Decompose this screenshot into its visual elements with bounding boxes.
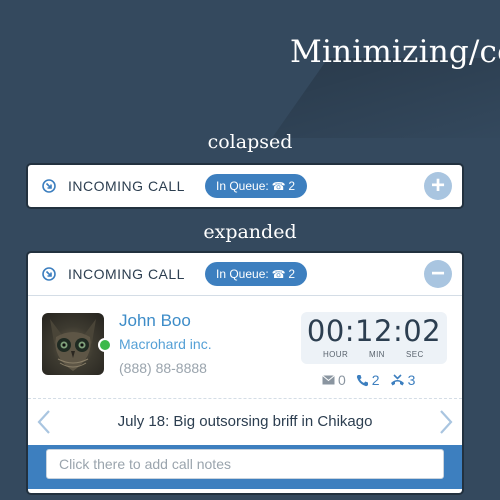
- activity-counts: 0 2 3: [322, 372, 415, 388]
- messages-count-value: 0: [338, 372, 346, 388]
- notes-bar: [28, 445, 462, 489]
- caller-phone: (888) 88-8888: [119, 360, 207, 376]
- caller-name[interactable]: John Boo: [119, 311, 191, 331]
- caller-company[interactable]: Macrohard inc.: [119, 336, 212, 352]
- calls-count[interactable]: 2: [356, 372, 380, 388]
- phone-icon: [356, 374, 368, 386]
- queue-count: 2: [288, 267, 296, 281]
- heading-shadow: [271, 58, 500, 138]
- call-notes-input[interactable]: [46, 449, 444, 479]
- timer-min-label: MIN: [369, 350, 385, 359]
- collapsed-label: colapsed: [207, 131, 293, 153]
- online-status-dot: [98, 338, 112, 352]
- queue-label: In Queue:: [216, 267, 269, 281]
- calls-count-value: 2: [371, 372, 380, 388]
- caller-avatar: [42, 313, 104, 375]
- incoming-call-icon: [42, 179, 56, 193]
- missed-calls-count[interactable]: 3: [390, 372, 416, 388]
- queue-badge[interactable]: In Queue: ☎ 2: [205, 262, 308, 286]
- incoming-call-icon: [42, 267, 56, 281]
- envelope-icon: [322, 375, 335, 385]
- phone-icon: ☎: [271, 180, 286, 193]
- expanded-call-card: INCOMING CALL In Queue: ☎ 2 − John Boo M…: [28, 253, 462, 493]
- missed-calls-count-value: 3: [407, 372, 416, 388]
- caller-panel: John Boo Macrohard inc. (888) 88-8888 00…: [28, 296, 462, 398]
- expanded-card-header[interactable]: INCOMING CALL In Queue: ☎ 2 −: [28, 253, 462, 295]
- card-title: INCOMING CALL: [68, 178, 185, 194]
- card-title: INCOMING CALL: [68, 266, 185, 282]
- expanded-label: expanded: [203, 221, 297, 243]
- phone-icon: ☎: [271, 268, 286, 281]
- queue-label: In Queue:: [216, 179, 269, 193]
- messages-count[interactable]: 0: [322, 372, 346, 388]
- timer-display: 00:12:02: [306, 314, 442, 348]
- timer-sec-label: SEC: [406, 350, 424, 359]
- collapsed-call-card: INCOMING CALL In Queue: ☎ 2 +: [28, 165, 462, 207]
- queue-count: 2: [288, 179, 296, 193]
- missed-call-icon: [390, 373, 404, 385]
- queue-badge[interactable]: In Queue: ☎ 2: [205, 174, 308, 198]
- call-timer: 00:12:02 HOUR MIN SEC: [301, 312, 447, 364]
- page-heading: Minimizing/co: [290, 34, 500, 70]
- note-carousel: July 18: Big outsorsing briff in Chikago: [28, 398, 462, 445]
- timer-hour-label: HOUR: [323, 350, 349, 359]
- owl-photo: [50, 319, 96, 371]
- collapsed-card-header[interactable]: INCOMING CALL In Queue: ☎ 2 +: [28, 165, 462, 207]
- note-text: July 18: Big outsorsing briff in Chikago: [117, 413, 373, 430]
- expand-button[interactable]: +: [424, 172, 452, 200]
- chevron-right-icon[interactable]: [436, 407, 456, 437]
- collapse-button[interactable]: −: [424, 260, 452, 288]
